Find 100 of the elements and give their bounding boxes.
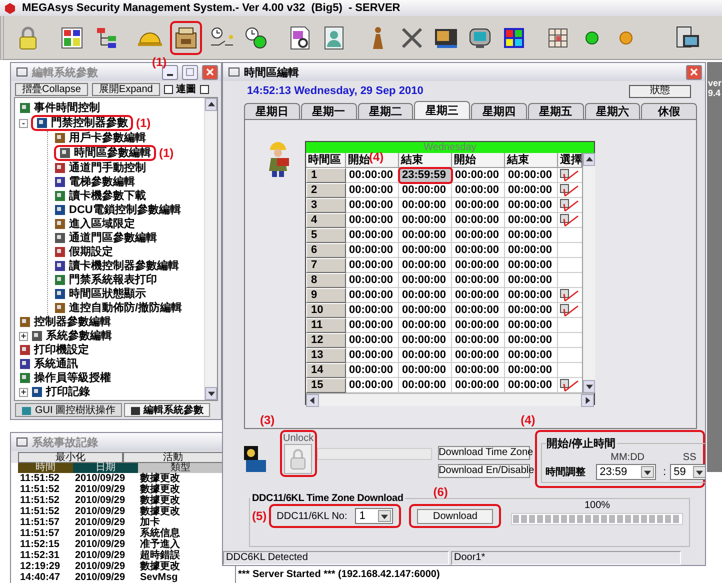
tree-item-label[interactable]: 打印機設定 [34, 344, 89, 356]
time-cell[interactable]: 00:00:00 [399, 288, 452, 303]
day-tab[interactable]: 星期三 [414, 101, 470, 119]
time-cell[interactable]: 00:00:00 [346, 348, 399, 363]
tree-item-label[interactable]: 電梯參數編輯 [69, 176, 135, 188]
panel-tab[interactable]: 編輯系統參數 [124, 403, 210, 417]
tree-item-label[interactable]: 系統參數編輯 [46, 330, 112, 342]
time-cell[interactable]: 00:00:00 [346, 168, 399, 183]
tree-item-label[interactable]: 用戶卡參數編輯 [69, 132, 146, 144]
tree-item-label[interactable]: 通道門區參數編輯 [69, 232, 157, 244]
tree-item-label[interactable]: 操作員等級授權 [34, 372, 111, 384]
time-cell[interactable]: 00:00:00 [505, 348, 558, 363]
log-button[interactable]: 活動 [123, 452, 223, 463]
time-cell[interactable]: 00:00:00 [346, 213, 399, 228]
tree-item-label[interactable]: 時間區參數編輯 [74, 148, 151, 158]
time-cell[interactable]: 00:00:00 [505, 378, 558, 393]
tree-item-label[interactable]: 控制器參數編輯 [34, 316, 111, 328]
controller-dropdown[interactable]: 1 [355, 508, 394, 524]
time-cell[interactable]: 00:00:00 [346, 273, 399, 288]
toolbar-button[interactable]: 摺疊Collapse [15, 82, 88, 96]
day-tab[interactable]: 星期四 [471, 103, 527, 119]
log-button[interactable]: 最小化 [18, 452, 123, 463]
day-tab[interactable]: 星期二 [358, 103, 414, 119]
time-cell[interactable]: 00:00:00 [452, 213, 505, 228]
checkbox[interactable] [164, 84, 173, 94]
time-cell[interactable]: 00:00:00 [399, 228, 452, 243]
status-button[interactable]: 狀態 [629, 84, 691, 98]
panel-tab[interactable]: GUI 圖控樹狀操作 [15, 403, 122, 417]
time-cell[interactable]: 00:00:00 [346, 318, 399, 333]
tree-item-label[interactable]: 系統通訊 [34, 358, 78, 370]
time-cell[interactable]: 00:00:00 [399, 198, 452, 213]
day-tab[interactable]: 星期一 [300, 103, 356, 119]
time-cell[interactable]: 00:00:00 [399, 213, 452, 228]
day-tab[interactable]: 休假 [641, 103, 697, 119]
tree-item-label[interactable]: 通道門手動控制 [69, 162, 146, 174]
tree-toggle[interactable]: - [19, 118, 28, 128]
time-cell[interactable]: 00:00:00 [346, 243, 399, 258]
tree-item-label[interactable]: 門禁系統報表打印 [69, 274, 157, 286]
time-cell[interactable]: 00:00:00 [505, 198, 558, 213]
time-cell[interactable]: 00:00:00 [346, 198, 399, 213]
day-tab[interactable]: 星期五 [528, 103, 584, 119]
close-button[interactable] [686, 64, 702, 80]
toolbar-button[interactable]: 展開Expand [92, 82, 160, 96]
time-cell[interactable]: 00:00:00 [399, 363, 452, 378]
time-cell[interactable]: 00:00:00 [452, 243, 505, 258]
time-cell[interactable]: 00:00:00 [399, 243, 452, 258]
tree-item-label[interactable]: DCU電鎖控制參數編輯 [69, 204, 181, 216]
tree-item-label[interactable]: 進控自動佈防/撤防編輯 [69, 302, 182, 314]
time-cell[interactable]: 00:00:00 [452, 318, 505, 333]
tree-item-label[interactable]: 打印記錄 [46, 386, 90, 398]
time-cell[interactable]: 00:00:00 [346, 363, 399, 378]
time-cell[interactable]: 00:00:00 [452, 363, 505, 378]
time-cell[interactable]: 00:00:00 [452, 258, 505, 273]
time-cell[interactable]: 00:00:00 [505, 243, 558, 258]
time-cell[interactable]: 00:00:00 [452, 348, 505, 363]
time-cell[interactable]: 00:00:00 [505, 273, 558, 288]
time-cell[interactable]: 00:00:00 [399, 378, 452, 393]
time-cell[interactable]: 00:00:00 [346, 228, 399, 243]
time-cell[interactable]: 00:00:00 [346, 258, 399, 273]
tree-item-label[interactable]: 門禁控制器參數 [51, 118, 128, 128]
time-cell[interactable]: 00:00:00 [505, 288, 558, 303]
time-cell[interactable]: 00:00:00 [505, 183, 558, 198]
time-cell[interactable]: 00:00:00 [505, 258, 558, 273]
time-cell[interactable]: 00:00:00 [505, 363, 558, 378]
download-button[interactable]: Download [417, 508, 494, 524]
time-cell[interactable]: 00:00:00 [399, 348, 452, 363]
time-cell[interactable]: 00:00:00 [346, 333, 399, 348]
day-tab[interactable]: 星期六 [584, 103, 640, 119]
time-cell[interactable]: 00:00:00 [399, 183, 452, 198]
time-dropdown[interactable]: 23:59 [596, 464, 656, 480]
time-cell[interactable]: 00:00:00 [505, 318, 558, 333]
time-cell[interactable]: 00:00:00 [346, 303, 399, 318]
time-cell[interactable]: 00:00:00 [346, 183, 399, 198]
tree-item-label[interactable]: 時間區狀態顯示 [69, 288, 146, 300]
time-cell[interactable]: 00:00:00 [399, 318, 452, 333]
time-cell[interactable]: 00:00:00 [452, 273, 505, 288]
tree-item-label[interactable]: 進入區域限定 [69, 218, 135, 230]
time-cell[interactable]: 00:00:00 [452, 198, 505, 213]
time-cell[interactable]: 00:00:00 [346, 378, 399, 393]
time-cell[interactable]: 00:00:00 [399, 303, 452, 318]
time-cell[interactable]: 00:00:00 [399, 333, 452, 348]
time-cell[interactable]: 00:00:00 [505, 303, 558, 318]
time-cell[interactable]: 00:00:00 [346, 288, 399, 303]
time-cell[interactable]: 00:00:00 [505, 333, 558, 348]
seconds-dropdown[interactable]: 59 [670, 464, 705, 480]
time-cell[interactable]: 00:00:00 [452, 333, 505, 348]
time-cell[interactable]: 00:00:00 [452, 228, 505, 243]
tree-item-label[interactable]: 事件時間控制 [34, 102, 100, 114]
tree-toggle[interactable]: + [19, 388, 28, 396]
checkbox[interactable] [200, 84, 209, 94]
tree-item-label[interactable]: 讀卡機參數下載 [69, 190, 146, 202]
day-tab[interactable]: 星期日 [244, 103, 300, 119]
time-cell[interactable]: 00:00:00 [399, 258, 452, 273]
time-cell[interactable]: 00:00:00 [505, 228, 558, 243]
time-cell[interactable]: 00:00:00 [399, 273, 452, 288]
time-cell[interactable]: 00:00:00 [505, 168, 558, 183]
time-cell[interactable]: 00:00:00 [452, 288, 505, 303]
tree-item-label[interactable]: 假期設定 [69, 246, 113, 258]
close-button[interactable] [202, 64, 218, 80]
tree-toggle[interactable]: + [19, 332, 28, 340]
